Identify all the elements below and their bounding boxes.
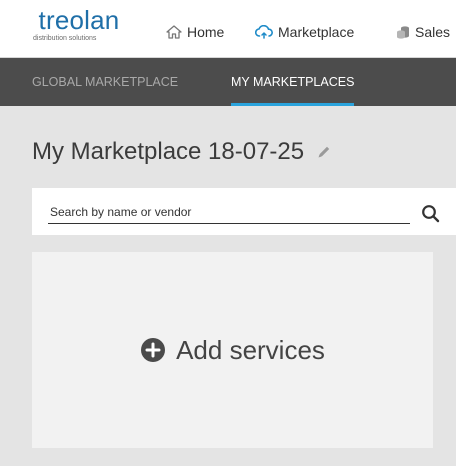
page-title: My Marketplace 18-07-25 [32, 138, 305, 165]
nav-item-label: Sales [415, 24, 451, 40]
top-navigation: treolan distribution solutions Home Mark… [0, 0, 456, 58]
cloud-icon [255, 25, 278, 39]
nav-item-label: Marketplace [278, 24, 355, 40]
coins-icon [396, 25, 415, 39]
brand-tagline: distribution solutions [33, 35, 97, 42]
nav-item-home[interactable]: Home [166, 22, 224, 42]
nav-item-label: Home [187, 24, 225, 40]
search-bar [32, 188, 456, 235]
nav-item-marketplace[interactable]: Marketplace [255, 22, 354, 42]
pencil-icon[interactable] [316, 144, 332, 160]
brand-name: treolan [38, 5, 120, 35]
home-icon [166, 25, 187, 39]
nav-item-sales[interactable]: Sales [396, 22, 450, 42]
tab-global-marketplace[interactable]: GLOBAL MARKETPLACE [32, 58, 178, 106]
search-icon[interactable] [421, 204, 441, 224]
tab-bar: GLOBAL MARKETPLACE MY MARKETPLACES [0, 58, 456, 106]
plus-circle-icon [140, 337, 166, 363]
page-title-row: My Marketplace 18-07-25 [32, 138, 332, 166]
add-services-content: Add services [140, 335, 325, 366]
tab-my-marketplaces[interactable]: MY MARKETPLACES [231, 58, 355, 106]
search-input[interactable] [48, 200, 410, 224]
brand-logo[interactable]: treolan distribution solutions [33, 6, 133, 43]
add-services-card[interactable]: Add services [32, 252, 433, 448]
add-services-label: Add services [176, 334, 325, 365]
